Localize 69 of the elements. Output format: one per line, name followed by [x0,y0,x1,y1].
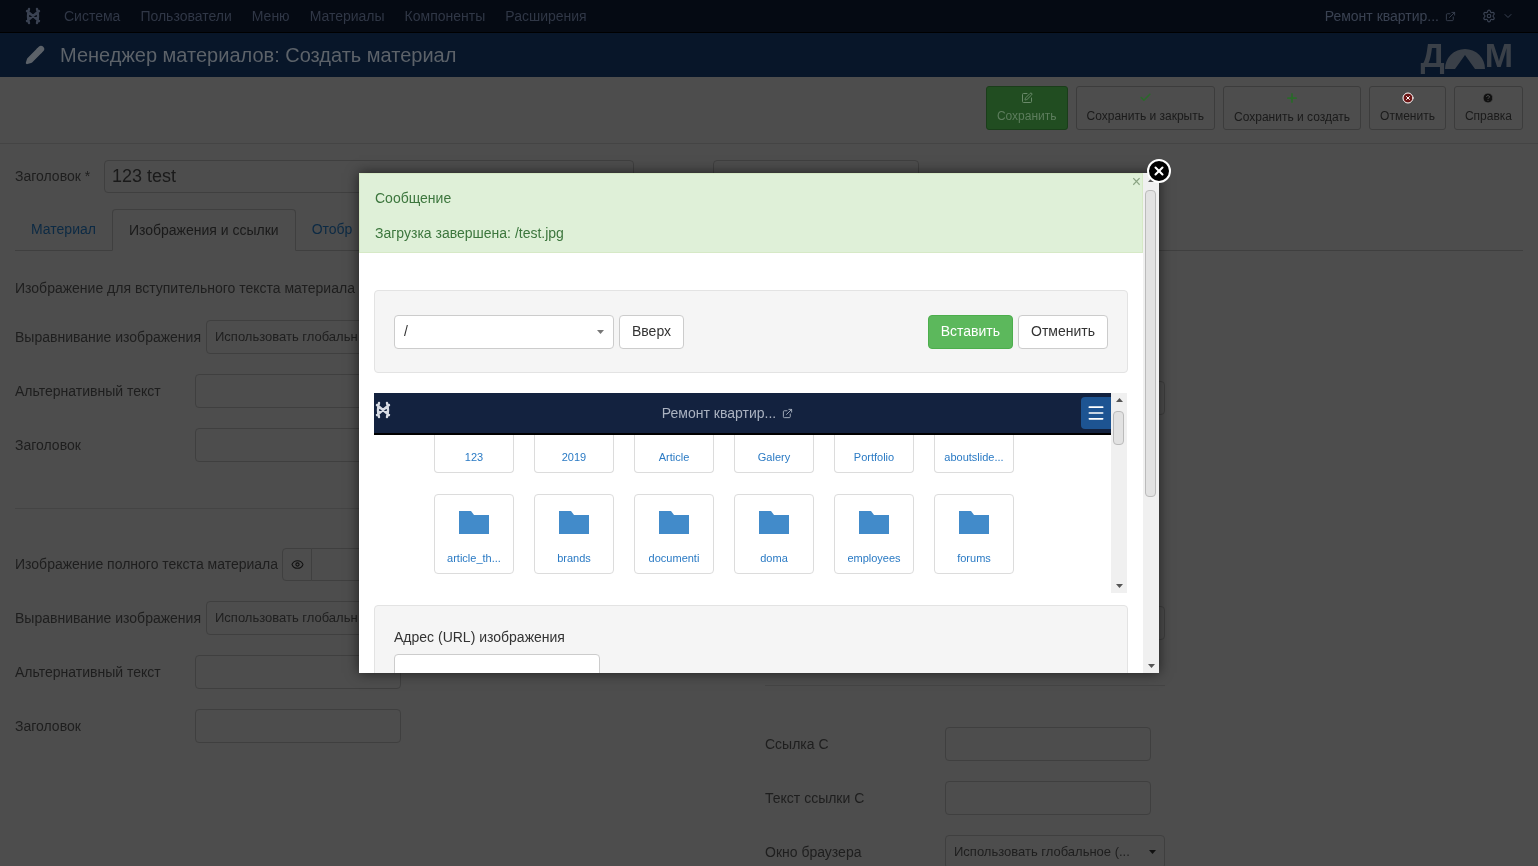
folder-name: Galery [757,449,791,465]
preview-button[interactable] [282,548,313,581]
knot-icon [24,7,42,25]
insert-button[interactable]: Вставить [927,314,1013,349]
caret-icon [1149,850,1156,854]
folder-tile[interactable]: article_th... [434,494,514,574]
alert-text: Загрузка завершена: /test.jpg [375,224,565,243]
menu-icon [1086,403,1106,423]
folder-tile[interactable]: Galery [734,435,814,473]
pencil-icon [25,45,45,65]
folder-name: Portfolio [853,449,895,465]
folder-tile[interactable]: brands [534,494,614,574]
edit-icon [1020,91,1033,104]
toolbar-button[interactable]: Сохранить [985,86,1068,130]
menu-button[interactable] [1081,397,1111,429]
site-link[interactable]: Ремонт квартир... [1324,5,1439,27]
close-button[interactable] [1147,159,1171,183]
scrollbar[interactable] [1143,173,1159,673]
plus-icon [1285,90,1300,105]
folder-name: article_th... [447,550,501,566]
folder-tile[interactable]: documenti [634,494,714,574]
folder-name: documenti [648,550,700,566]
folder-name: brands [557,550,591,566]
roof-icon [1444,49,1485,69]
alert-title: Сообщение [375,189,453,208]
folder-name: Article [658,449,690,465]
folder-name: forums [957,550,991,566]
external-link-icon [782,407,794,419]
folder-select[interactable]: / [394,314,614,349]
external-link-icon [1445,10,1456,22]
folder-name: 2019 [561,449,587,465]
folder-tile[interactable]: 123 [434,435,514,473]
help-icon [1482,91,1495,104]
folder-tile[interactable]: aboutslide... [934,435,1014,473]
folder-icon [959,510,989,534]
scrollbar-thumb[interactable] [1113,411,1124,445]
up-button[interactable]: Вверх [619,314,685,349]
scrollbar-thumb[interactable] [1145,190,1156,497]
knot-icon [374,401,392,419]
check-icon [1138,91,1152,104]
cancel-button[interactable]: Отменить [1018,314,1108,349]
folder-tile[interactable]: 2019 [534,435,614,473]
scrollbar[interactable] [1111,393,1127,593]
caret-icon [1115,584,1123,588]
close-icon [1152,164,1166,178]
caret-icon [597,329,604,334]
folder-name: 123 [464,449,484,465]
settings-icon[interactable] [1482,9,1496,23]
folder-tile[interactable]: doma [734,494,814,574]
folder-icon [759,510,789,534]
folder-name: employees [847,550,901,566]
page-title: Менеджер материалов: Создать материал [60,43,457,68]
folder-name: doma [760,550,788,566]
folder-tile[interactable]: Portfolio [834,435,914,473]
folder-tile[interactable]: forums [934,494,1014,574]
caret-icon [1147,664,1155,668]
eye-icon [290,558,304,571]
folder-tile[interactable]: employees [834,494,914,574]
alert-close-button[interactable]: × [1131,174,1141,190]
folder-icon [459,510,489,534]
folder-icon [659,510,689,534]
folder-name: aboutslide... [944,449,1004,465]
cancel-icon [1401,91,1414,104]
folder-tile[interactable]: Article [634,435,714,473]
folder-icon [559,510,589,534]
site-link[interactable]: Ремонт квартир... [661,402,777,424]
tab[interactable]: Материал [15,209,112,250]
up-arrow-icon [1115,398,1123,402]
folder-icon [859,510,889,534]
